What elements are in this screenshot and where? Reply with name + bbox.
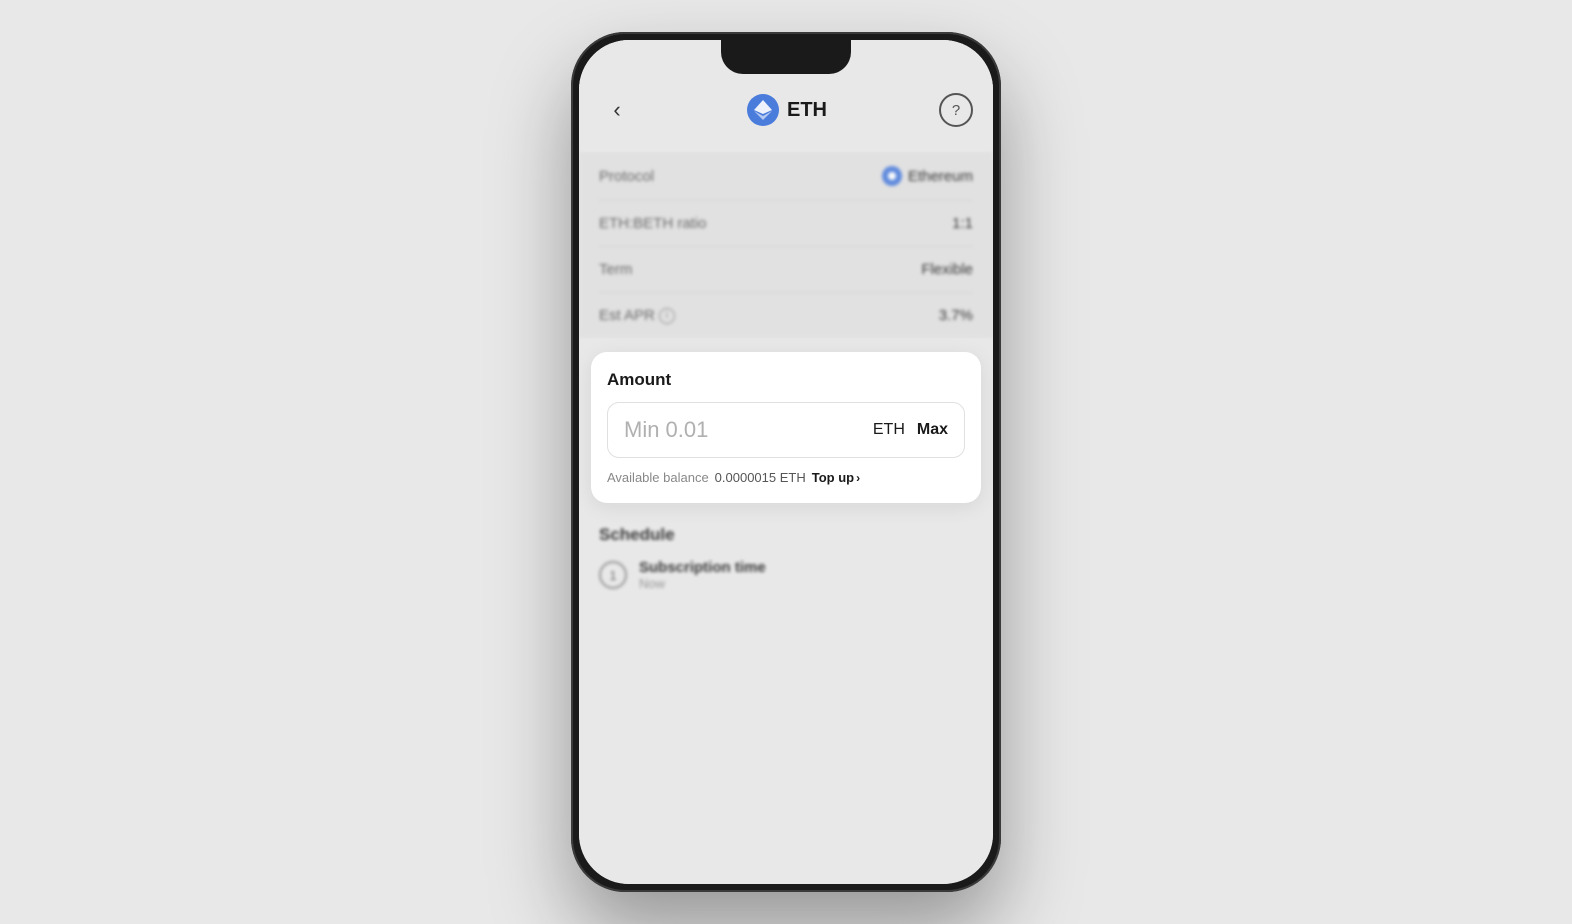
back-button[interactable]: ‹	[599, 92, 635, 128]
apr-label: Est APR i	[599, 307, 675, 324]
page-title: ETH	[787, 99, 827, 122]
topup-chevron-icon: ›	[856, 471, 860, 485]
available-balance-label: Available balance	[607, 470, 709, 485]
balance-amount: 0.0000015 ETH	[715, 470, 806, 485]
step-1-content: Subscription time Now	[639, 559, 973, 591]
apr-value: 3.7%	[939, 307, 973, 324]
schedule-section: Schedule 1 Subscription time Now	[579, 509, 993, 591]
max-button[interactable]: Max	[917, 421, 948, 439]
phone-screen: ‹ ETH ? Protocol	[579, 40, 993, 884]
eth-logo-icon	[747, 94, 779, 126]
protocol-row: Protocol Ethereum	[599, 152, 973, 201]
amount-currency: ETH	[873, 421, 905, 439]
ratio-value: 1:1	[952, 215, 973, 232]
protocol-label: Protocol	[599, 168, 654, 185]
ratio-row: ETH:BETH ratio 1:1	[599, 201, 973, 247]
top-up-button[interactable]: Top up ›	[812, 470, 860, 485]
term-value: Flexible	[921, 261, 973, 278]
step-1-subtitle: Now	[639, 576, 973, 591]
amount-label: Amount	[607, 370, 965, 390]
apr-row: Est APR i 3.7%	[599, 293, 973, 338]
term-label: Term	[599, 261, 632, 278]
term-row: Term Flexible	[599, 247, 973, 293]
help-icon: ?	[952, 102, 960, 119]
info-section: Protocol Ethereum ETH:BETH ratio 1:1 Ter…	[579, 152, 993, 338]
ethereum-icon	[882, 166, 902, 186]
balance-row: Available balance 0.0000015 ETH Top up ›	[607, 470, 965, 485]
apr-info-icon: i	[659, 308, 675, 324]
notch	[721, 40, 851, 74]
step-1-circle: 1	[599, 561, 627, 589]
phone-frame: ‹ ETH ? Protocol	[571, 32, 1001, 892]
header-title: ETH	[747, 94, 827, 126]
screen-content: ‹ ETH ? Protocol	[579, 40, 993, 884]
ratio-label: ETH:BETH ratio	[599, 215, 707, 232]
step-1-title: Subscription time	[639, 559, 973, 576]
amount-card: Amount Min 0.01 ETH Max Available balanc…	[591, 352, 981, 503]
protocol-value: Ethereum	[882, 166, 973, 186]
schedule-item-1: 1 Subscription time Now	[599, 559, 973, 591]
schedule-title: Schedule	[599, 525, 973, 545]
help-button[interactable]: ?	[939, 93, 973, 127]
amount-input-placeholder: Min 0.01	[624, 417, 873, 443]
back-icon: ‹	[613, 97, 620, 123]
eth-svg	[754, 100, 772, 120]
amount-input-container[interactable]: Min 0.01 ETH Max	[607, 402, 965, 458]
